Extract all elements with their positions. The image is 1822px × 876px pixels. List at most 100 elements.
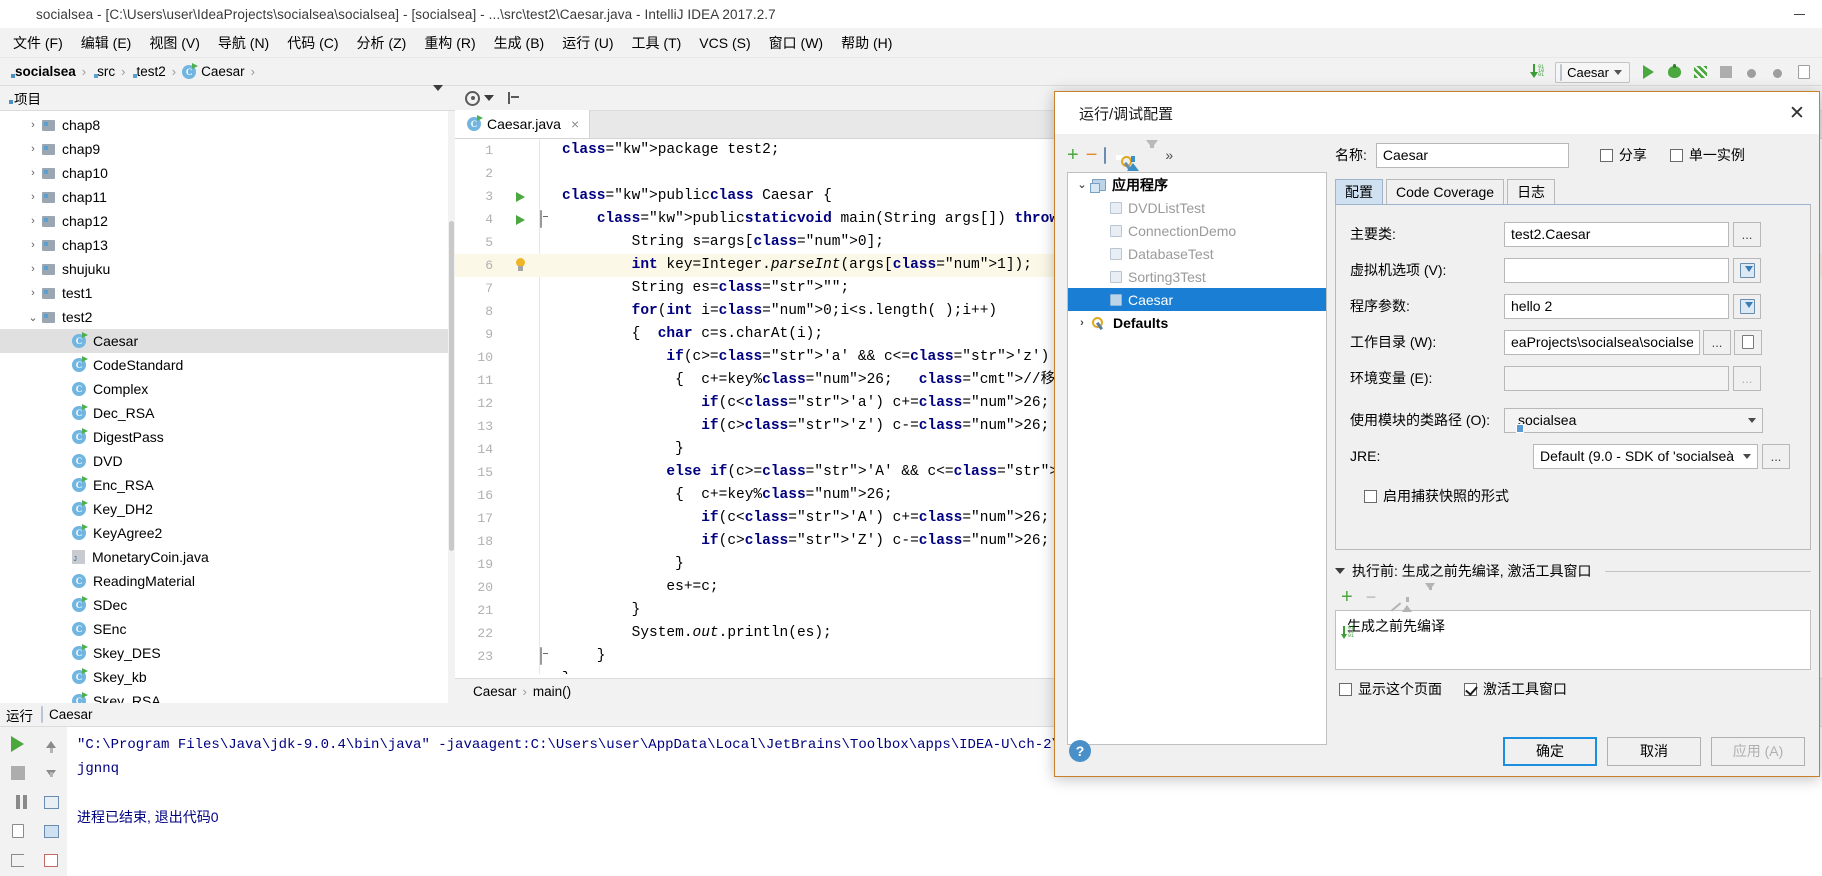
more-icon[interactable]: » [1165, 147, 1173, 163]
tab-logs[interactable]: 日志 [1507, 179, 1556, 204]
project-tree-item[interactable]: C CodeStandard [0, 353, 448, 377]
add-icon[interactable]: + [1067, 145, 1079, 165]
remove-icon[interactable]: − [1086, 145, 1098, 165]
run-gutter-icon[interactable] [516, 214, 525, 225]
main-class-browse-button[interactable]: ... [1733, 221, 1761, 247]
add-task-icon[interactable]: + [1341, 587, 1353, 607]
config-tree-item[interactable]: Sorting3Test [1068, 265, 1326, 288]
menu-build[interactable]: 生成 (B) [485, 30, 554, 56]
menu-vcs[interactable]: VCS (S) [690, 32, 759, 54]
name-input[interactable] [1375, 142, 1569, 168]
soft-wrap-icon[interactable] [42, 793, 60, 811]
jre-browse-button[interactable]: ... [1762, 443, 1790, 469]
config-tree-item[interactable]: ConnectionDemo [1068, 219, 1326, 242]
run-tab-caesar[interactable]: Caesar [41, 706, 93, 723]
ok-button[interactable]: 确定 [1503, 736, 1597, 766]
config-tree-item[interactable]: › Defaults [1068, 311, 1326, 334]
program-arguments-input[interactable] [1504, 293, 1729, 319]
intention-bulb-icon[interactable] [514, 258, 527, 273]
menu-help[interactable]: 帮助 (H) [832, 30, 901, 56]
breadcrumb-item-socialsea[interactable]: socialsea [10, 64, 76, 79]
breadcrumb-item-src[interactable]: src [92, 64, 115, 79]
editor-tab-caesar[interactable]: C Caesar.java × [455, 110, 591, 138]
stop-icon[interactable] [1714, 61, 1738, 83]
project-tree-item[interactable]: C SDec [0, 593, 448, 617]
help-button[interactable]: ? [1069, 740, 1091, 762]
menu-code[interactable]: 代码 (C) [278, 30, 347, 56]
project-tree-item[interactable]: › chap12 [0, 209, 448, 233]
project-tree-item[interactable]: › chap13 [0, 233, 448, 257]
project-tree-item[interactable]: C Dec_RSA [0, 401, 448, 425]
scroll-to-end-icon[interactable] [42, 822, 60, 840]
tree-expander-icon[interactable]: › [24, 263, 42, 275]
run-with-coverage-icon[interactable] [1688, 61, 1712, 83]
tree-expander-icon[interactable]: ⌄ [24, 311, 42, 324]
project-tree-item[interactable]: J MonetaryCoin.java [0, 545, 448, 569]
scroll-up-icon[interactable] [42, 735, 60, 753]
working-directory-input[interactable] [1504, 329, 1700, 355]
project-tree-item[interactable]: C KeyAgree2 [0, 521, 448, 545]
breadcrumb-item-test2[interactable]: test2 [131, 64, 165, 79]
single-instance-checkbox[interactable] [1669, 148, 1683, 162]
minimize-button[interactable] [1776, 0, 1822, 29]
move-up-icon[interactable] [1127, 147, 1140, 171]
menu-window[interactable]: 窗口 (W) [760, 30, 832, 56]
menu-file[interactable]: 文件 (F) [4, 30, 72, 56]
main-class-input[interactable] [1504, 221, 1729, 247]
module-classpath-select[interactable]: socialsea [1504, 407, 1763, 433]
run-gutter-icon[interactable] [516, 191, 525, 202]
vm-options-input[interactable] [1504, 257, 1729, 283]
tree-expander-icon[interactable]: › [1072, 317, 1092, 329]
editor-breadcrumb-class[interactable]: Caesar [473, 684, 517, 699]
show-page-checkbox[interactable] [1339, 682, 1352, 696]
move-task-up-icon[interactable] [1402, 589, 1413, 612]
menu-tools[interactable]: 工具 (T) [623, 30, 691, 56]
jre-select[interactable]: Default (9.0 - SDK of 'socialseà [1533, 443, 1758, 469]
project-tree-item[interactable]: › chap11 [0, 185, 448, 209]
copy-icon[interactable] [1104, 146, 1107, 164]
menu-refactor[interactable]: 重构 (R) [415, 30, 484, 56]
apply-button[interactable]: 应用 (A) [1711, 736, 1805, 766]
tree-expander-icon[interactable]: ⌄ [1072, 178, 1092, 191]
menu-navigate[interactable]: 导航 (N) [209, 30, 278, 56]
gear-icon[interactable] [465, 90, 480, 106]
menu-run[interactable]: 运行 (U) [553, 30, 622, 56]
activate-tool-window-checkbox[interactable] [1464, 682, 1477, 696]
activate-tool-window-checkbox-row[interactable]: 激活工具窗口 [1464, 679, 1567, 699]
project-tree-item[interactable]: C ReadingMaterial [0, 569, 448, 593]
project-tree-item[interactable]: › chap9 [0, 137, 448, 161]
tree-expander-icon[interactable]: › [24, 239, 42, 251]
project-tree-item[interactable]: C DigestPass [0, 425, 448, 449]
close-icon[interactable]: ✕ [1781, 98, 1813, 128]
tree-expander-icon[interactable]: › [24, 215, 42, 227]
config-tree-item[interactable]: DVDListTest [1068, 196, 1326, 219]
cancel-button[interactable]: 取消 [1607, 736, 1701, 766]
tree-expander-icon[interactable]: › [24, 119, 42, 131]
fold-icon[interactable] [540, 210, 542, 228]
dump-threads-icon[interactable] [9, 822, 27, 840]
make-project-icon[interactable]: 01 10 01 [1525, 61, 1549, 83]
menu-view[interactable]: 视图 (V) [140, 30, 209, 56]
snapshot-checkbox-row[interactable]: 启用捕获快照的形式 [1364, 486, 1796, 506]
tree-expander-icon[interactable]: › [24, 143, 42, 155]
project-tree-item[interactable]: › test1 [0, 281, 448, 305]
project-tree-item[interactable]: C SEnc [0, 617, 448, 641]
run-icon[interactable] [1636, 61, 1660, 83]
debug-icon[interactable] [1662, 61, 1686, 83]
snapshot-checkbox[interactable] [1364, 489, 1377, 503]
project-tree-scrollbar[interactable] [448, 111, 455, 703]
collapse-all-icon[interactable] [506, 91, 520, 105]
project-tree-item-selected[interactable]: C Caesar [0, 329, 448, 353]
config-tree-item[interactable]: ⌄ 应用程序 [1068, 173, 1326, 196]
update-project-icon[interactable] [1740, 61, 1764, 83]
project-tree-item[interactable]: › chap10 [0, 161, 448, 185]
share-checkbox-row[interactable]: 分享 [1599, 145, 1647, 165]
before-launch-item-make[interactable]: 01 10 01 生成之前先编译 [1341, 614, 1810, 639]
working-directory-macro-button[interactable] [1734, 329, 1762, 355]
fold-icon[interactable] [540, 647, 542, 665]
project-tree-item[interactable]: C Enc_RSA [0, 473, 448, 497]
tree-expander-icon[interactable]: › [24, 287, 42, 299]
program-arguments-expand-button[interactable] [1733, 293, 1761, 319]
project-tree-item[interactable]: › shujuku [0, 257, 448, 281]
tree-expander-icon[interactable]: › [24, 191, 42, 203]
